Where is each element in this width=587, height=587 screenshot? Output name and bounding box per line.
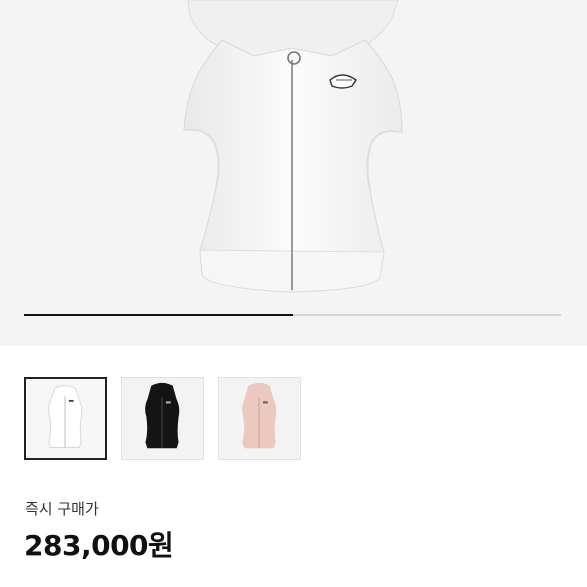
- pink-vest-thumbnail[interactable]: [218, 377, 301, 460]
- instant-buy-price: 283,000원: [24, 529, 174, 562]
- white-vest-thumbnail[interactable]: [24, 377, 107, 460]
- vest-illustration: [183, 0, 403, 293]
- white-vest-icon: [26, 379, 105, 458]
- pink-vest-icon: [219, 378, 300, 459]
- instant-buy-price-label: 즉시 구매가: [25, 500, 99, 518]
- black-vest-thumbnail[interactable]: [121, 377, 204, 460]
- image-carousel-progress: [24, 314, 561, 316]
- carousel-progress-fill: [24, 314, 293, 316]
- black-vest-icon: [122, 378, 203, 459]
- product-image[interactable]: [0, 0, 587, 346]
